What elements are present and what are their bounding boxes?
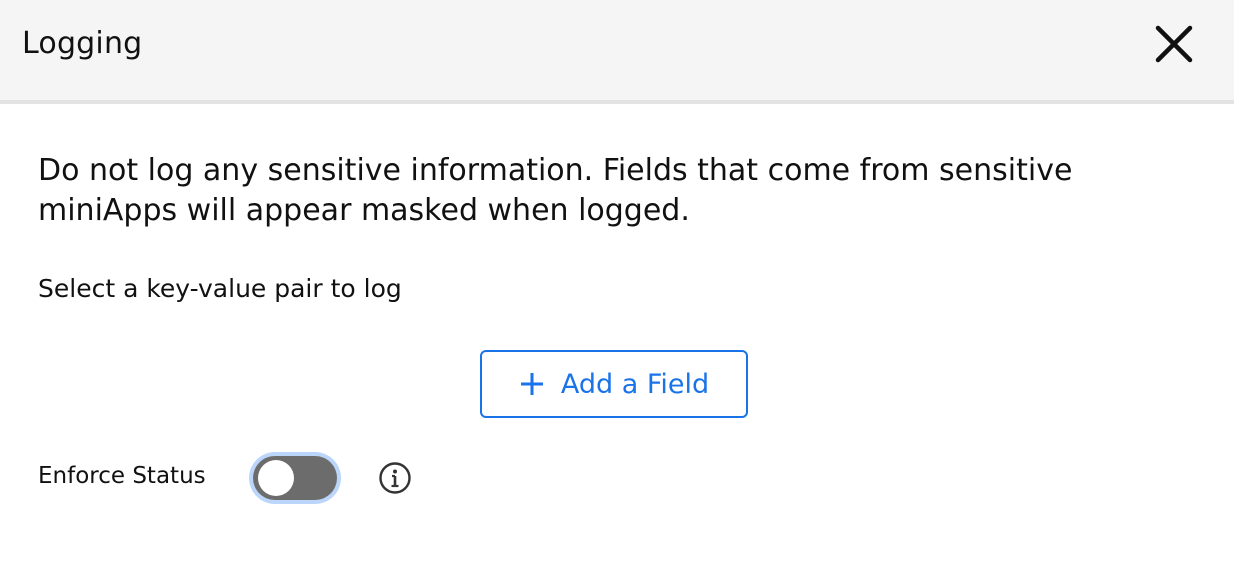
sensitive-info-warning: Do not log any sensitive information. Fi… <box>38 153 1073 228</box>
plus-icon <box>519 371 545 397</box>
toggle-knob <box>258 460 294 496</box>
toggle-track <box>253 456 337 500</box>
close-icon <box>1155 25 1193 63</box>
close-button[interactable] <box>1148 18 1200 70</box>
info-icon[interactable] <box>378 461 412 495</box>
enforce-status-label: Enforce Status <box>38 463 206 489</box>
add-field-label: Add a Field <box>560 368 710 400</box>
dialog-title: Logging <box>22 26 143 61</box>
enforce-status-toggle[interactable] <box>249 452 341 504</box>
add-field-button[interactable]: Add a Field <box>480 350 748 418</box>
key-value-subheading: Select a key-value pair to log <box>38 274 402 303</box>
dialog-header: Logging <box>0 0 1234 104</box>
logging-dialog: Logging Do not log any sensitive informa… <box>0 0 1234 570</box>
